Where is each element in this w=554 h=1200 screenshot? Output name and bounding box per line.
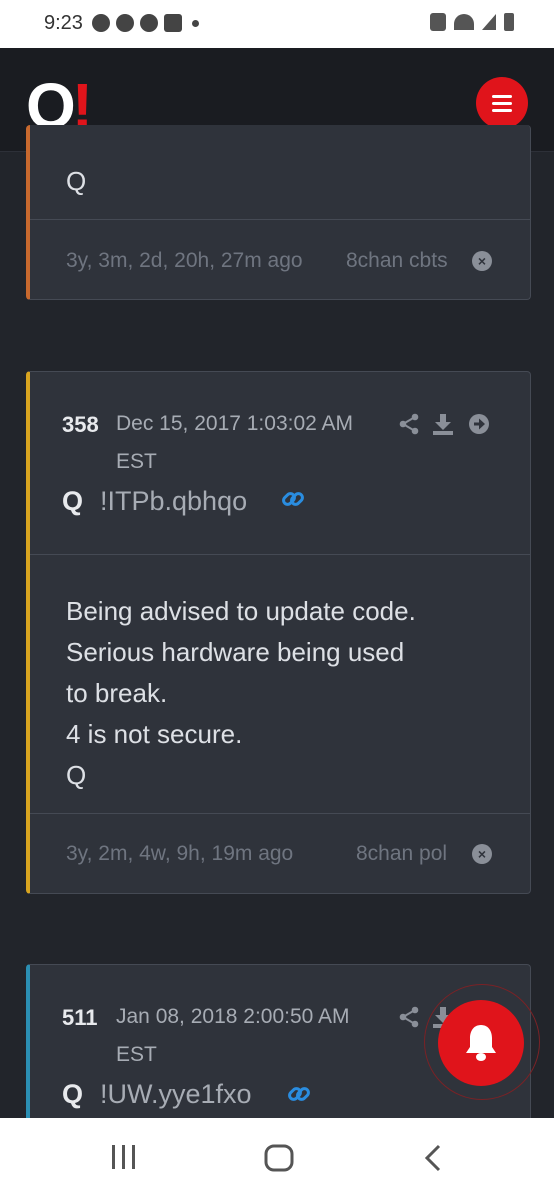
post-card: 358 Dec 15, 2017 1:03:02 AM EST Q !ITPb.… xyxy=(26,371,531,894)
post-board[interactable]: 8chan cbts xyxy=(346,249,448,273)
post-author: Q xyxy=(62,1079,84,1109)
menu-icon xyxy=(492,95,512,98)
post-tripcode: !ITPb.qbhqo xyxy=(100,486,248,516)
post-body-line: to break. xyxy=(66,678,168,708)
post-date: Jan 08, 2018 2:00:50 AM EST xyxy=(116,1005,350,1066)
notification-bell-button[interactable] xyxy=(438,1000,524,1086)
download-icon[interactable] xyxy=(432,413,454,435)
post-body-line: Q xyxy=(66,760,87,790)
status-time: 9:23 xyxy=(44,12,83,34)
notification-icons xyxy=(92,14,199,32)
status-bar: 9:23 xyxy=(0,0,554,48)
messenger-icon xyxy=(140,14,158,32)
telegram-icon xyxy=(116,14,134,32)
post-tripcode: !UW.yye1fxo xyxy=(100,1079,252,1109)
post-card: Q 3y, 3m, 2d, 20h, 27m ago 8chan cbts × xyxy=(26,125,531,300)
bell-icon xyxy=(466,1025,496,1061)
share-icon[interactable] xyxy=(398,413,420,435)
menu-button[interactable] xyxy=(476,77,528,129)
post-body-line: 4 is not secure. xyxy=(66,719,243,749)
link-icon[interactable] xyxy=(280,486,306,512)
wifi-icon xyxy=(454,14,474,30)
messenger-icon xyxy=(92,14,110,32)
recent-apps-button[interactable] xyxy=(110,1144,138,1170)
system-nav-bar xyxy=(0,1118,554,1200)
close-circle-icon[interactable]: × xyxy=(472,251,492,271)
post-number[interactable]: 511 xyxy=(62,1005,98,1031)
signal-icon xyxy=(482,14,496,30)
arrow-circle-right-icon[interactable] xyxy=(468,413,490,435)
system-icons xyxy=(430,13,514,31)
mute-icon xyxy=(430,13,446,31)
post-header-divider xyxy=(30,554,530,555)
post-body: Being advised to update code. Serious ha… xyxy=(30,591,530,796)
post-body-line: Q xyxy=(66,166,87,196)
post-board[interactable]: 8chan pol xyxy=(356,842,447,866)
battery-icon xyxy=(504,13,514,31)
post-age: 3y, 3m, 2d, 20h, 27m ago xyxy=(66,249,303,272)
link-icon[interactable] xyxy=(286,1081,312,1107)
facebook-icon xyxy=(164,14,182,32)
more-notifications-dot-icon xyxy=(192,20,199,27)
post-body-line: Serious hardware being used xyxy=(66,637,405,667)
post-number[interactable]: 358 xyxy=(62,412,99,438)
home-button[interactable] xyxy=(264,1144,294,1172)
post-body: Q xyxy=(30,161,530,202)
post-footer: 3y, 2m, 4w, 9h, 19m ago 8chan pol × xyxy=(30,813,530,894)
post-author: Q xyxy=(62,486,84,516)
post-age: 3y, 2m, 4w, 9h, 19m ago xyxy=(66,842,294,865)
close-circle-icon[interactable]: × xyxy=(472,844,492,864)
share-icon[interactable] xyxy=(398,1006,420,1028)
post-footer: 3y, 3m, 2d, 20h, 27m ago 8chan cbts × xyxy=(30,219,530,300)
post-date: Dec 15, 2017 1:03:02 AM EST xyxy=(116,412,353,473)
post-body-line: Being advised to update code. xyxy=(66,596,416,626)
back-button[interactable] xyxy=(424,1144,442,1172)
